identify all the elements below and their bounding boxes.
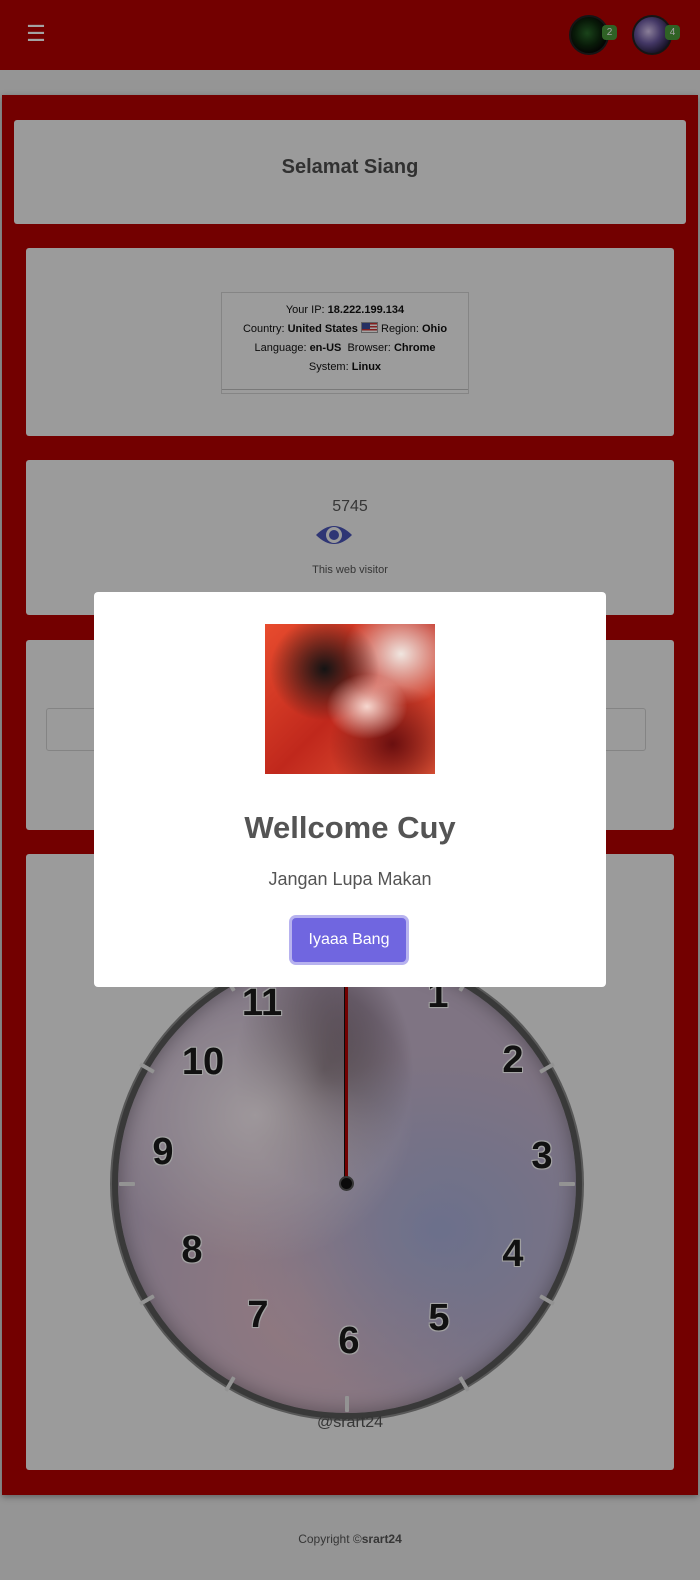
welcome-modal: Wellcome Cuy Jangan Lupa Makan Iyaaa Ban… bbox=[94, 592, 606, 987]
confirm-button[interactable]: Iyaaa Bang bbox=[292, 918, 406, 962]
profile-illustration bbox=[265, 624, 435, 774]
modal-text: Jangan Lupa Makan bbox=[268, 869, 432, 889]
modal-title: Wellcome Cuy bbox=[244, 810, 456, 845]
modal-backdrop[interactable]: Wellcome Cuy Jangan Lupa Makan Iyaaa Ban… bbox=[0, 0, 700, 1580]
